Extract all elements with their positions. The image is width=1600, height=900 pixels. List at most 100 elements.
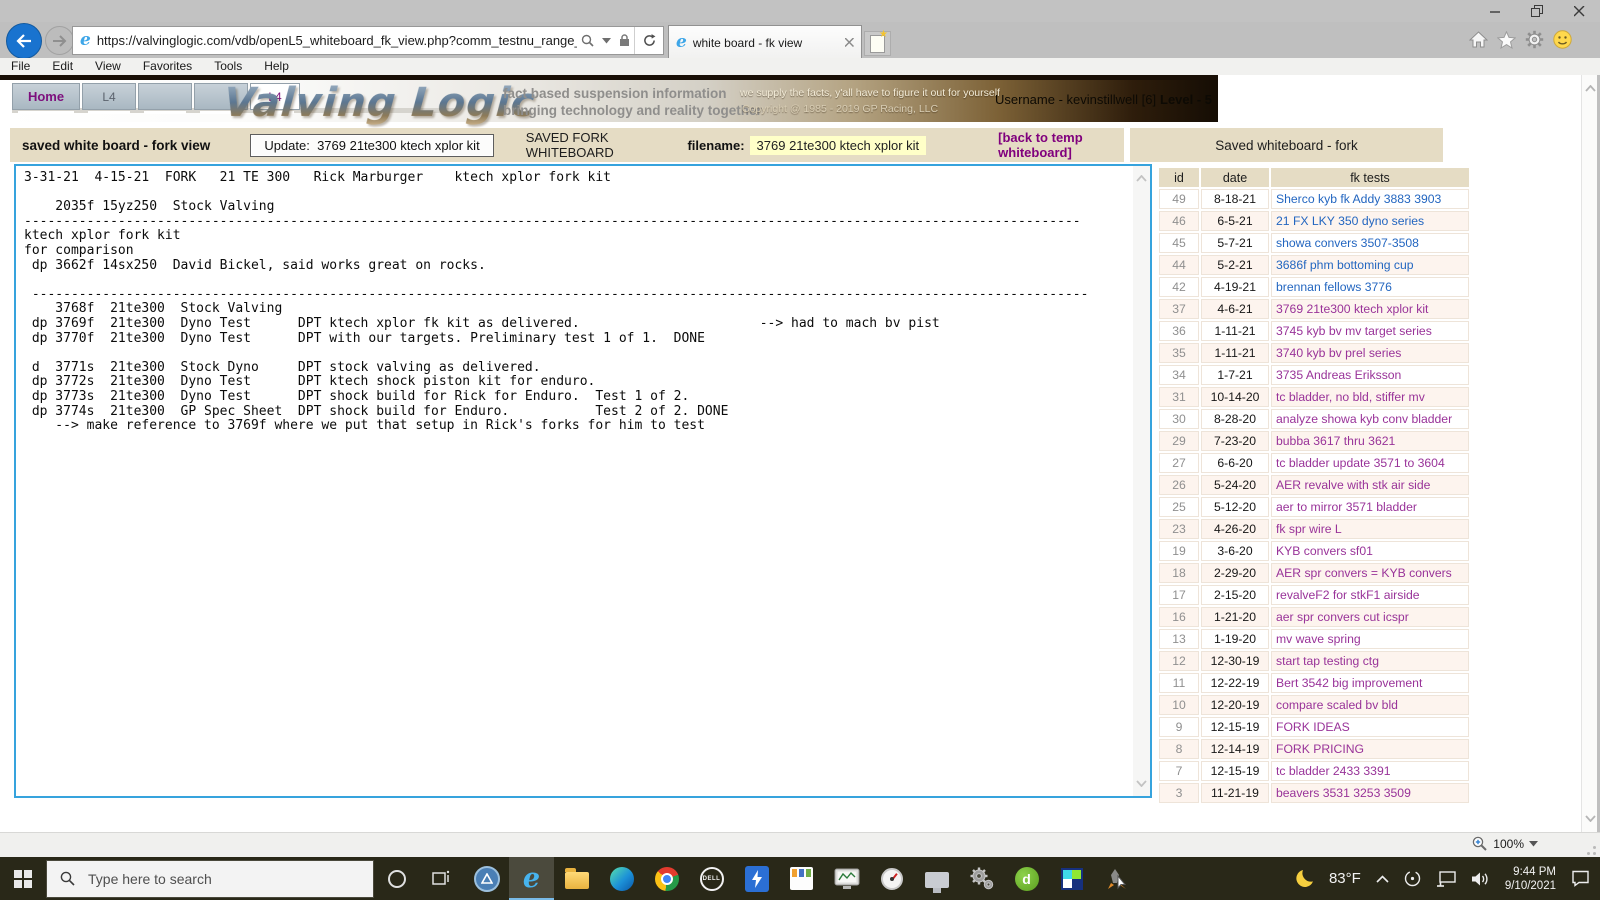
file-explorer-icon[interactable]: [554, 857, 599, 900]
test-link[interactable]: compare scaled bv bld: [1276, 698, 1398, 712]
address-bar[interactable]: e https://valvinglogic.com/vdb/openL5_wh…: [72, 26, 664, 55]
page-scroll-down-icon[interactable]: [1585, 815, 1596, 822]
launcher-icon[interactable]: [1094, 857, 1139, 900]
scroll-up-icon[interactable]: [1136, 175, 1147, 182]
test-link[interactable]: 3740 kyb bv prel series: [1276, 346, 1401, 360]
test-link[interactable]: showa convers 3507-3508: [1276, 236, 1419, 250]
new-tab-button[interactable]: [864, 29, 891, 56]
remote-monitor-icon[interactable]: [914, 857, 959, 900]
taskbar-clock[interactable]: 9:44 PM 9/10/2021: [1505, 865, 1556, 893]
test-link[interactable]: Sherco kyb fk Addy 3883 3903: [1276, 192, 1441, 206]
test-link[interactable]: 3686f phm bottoming cup: [1276, 258, 1414, 272]
chrome-icon[interactable]: [644, 857, 689, 900]
scroll-down-icon[interactable]: [1136, 780, 1147, 787]
test-link[interactable]: aer spr convers cut icspr: [1276, 610, 1409, 624]
zoom-control[interactable]: 100%: [1472, 836, 1538, 851]
minimize-button[interactable]: [1474, 0, 1516, 22]
start-button[interactable]: [0, 857, 46, 900]
test-link[interactable]: AER revalve with stk air side: [1276, 478, 1430, 492]
refresh-button[interactable]: [634, 27, 663, 54]
page-scroll-up-icon[interactable]: [1585, 85, 1596, 92]
volume-icon[interactable]: [1471, 871, 1490, 887]
edge-icon[interactable]: [599, 857, 644, 900]
menu-help[interactable]: Help: [253, 58, 300, 75]
whiteboard-textarea[interactable]: 3-31-21 4-15-21 FORK 21 TE 300 Rick Marb…: [14, 164, 1152, 798]
update-button[interactable]: Update: 3769 21te300 ktech xplor kit: [250, 133, 494, 157]
test-link[interactable]: revalveF2 for stkF1 airside: [1276, 588, 1420, 602]
menu-view[interactable]: View: [84, 58, 132, 75]
test-link[interactable]: 3735 Andreas Eriksson: [1276, 368, 1401, 382]
test-link[interactable]: aer to mirror 3571 bladder: [1276, 500, 1417, 514]
favorites-star-icon[interactable]: [1497, 30, 1516, 49]
table-row: 49 8-18-21 Sherco kyb fk Addy 3883 3903: [1159, 189, 1469, 209]
gauge-icon[interactable]: [869, 857, 914, 900]
flash-tool-icon[interactable]: [734, 857, 779, 900]
back-button[interactable]: [6, 23, 42, 59]
test-link[interactable]: tc bladder 2433 3391: [1276, 764, 1391, 778]
dell-icon[interactable]: DELL: [689, 857, 734, 900]
menu-favorites[interactable]: Favorites: [132, 58, 203, 75]
test-link[interactable]: AER spr convers = KYB convers: [1276, 566, 1452, 580]
test-link[interactable]: FORK IDEAS: [1276, 720, 1350, 734]
back-to-temp-link[interactable]: [back to temp whiteboard]: [998, 130, 1124, 160]
office-doc-icon[interactable]: [779, 857, 824, 900]
cortana-icon[interactable]: [374, 857, 419, 900]
browser-tab[interactable]: e white board - fk view: [668, 25, 862, 59]
settings-gears-icon[interactable]: [959, 857, 1004, 900]
menu-edit[interactable]: Edit: [41, 58, 84, 75]
pixel-tool-icon[interactable]: [1049, 857, 1094, 900]
home-icon[interactable]: [1469, 31, 1488, 48]
task-view-icon[interactable]: [419, 857, 464, 900]
test-link[interactable]: Bert 3542 big improvement: [1276, 676, 1422, 690]
page-scrollbar[interactable]: [1581, 75, 1597, 832]
table-row: 18 2-29-20 AER spr convers = KYB convers: [1159, 563, 1469, 583]
test-link[interactable]: tc bladder update 3571 to 3604: [1276, 456, 1445, 470]
url-text[interactable]: https://valvinglogic.com/vdb/openL5_whit…: [97, 33, 577, 48]
menu-tools[interactable]: Tools: [203, 58, 253, 75]
feedback-smiley-icon[interactable]: [1553, 30, 1572, 49]
test-link[interactable]: tc bladder, no bld, stiffer mv: [1276, 390, 1425, 404]
test-link[interactable]: FORK PRICING: [1276, 742, 1364, 756]
nav-home-button[interactable]: Home: [12, 83, 80, 114]
test-link[interactable]: 3769 21te300 ktech xplor kit: [1276, 302, 1428, 316]
test-link[interactable]: KYB convers sf01: [1276, 544, 1373, 558]
test-date: 12-15-19: [1201, 761, 1269, 781]
search-input[interactable]: [86, 869, 340, 888]
url-dropdown-icon[interactable]: [602, 37, 611, 44]
test-link[interactable]: mv wave spring: [1276, 632, 1361, 646]
menu-file[interactable]: File: [0, 58, 41, 75]
zoom-dropdown-icon[interactable]: [1529, 840, 1538, 847]
test-link[interactable]: fk spr wire L: [1276, 522, 1342, 536]
dyno-d-icon[interactable]: d: [1004, 857, 1049, 900]
restore-button[interactable]: [1516, 0, 1558, 22]
test-link[interactable]: brennan fellows 3776: [1276, 280, 1392, 294]
test-link[interactable]: start tap testing ctg: [1276, 654, 1379, 668]
network-icon[interactable]: [1436, 870, 1456, 887]
test-link[interactable]: 3745 kyb bv mv target series: [1276, 324, 1432, 338]
resize-grip[interactable]: [1582, 841, 1596, 855]
window-titlebar[interactable]: [0, 0, 1600, 22]
tray-expand-icon[interactable]: [1376, 874, 1389, 883]
test-link[interactable]: analyze showa kyb conv bladder: [1276, 412, 1452, 426]
textarea-scrollbar[interactable]: [1133, 166, 1150, 796]
whiteboard-text[interactable]: 3-31-21 4-15-21 FORK 21 TE 300 Rick Marb…: [24, 171, 1128, 792]
tab-close-icon[interactable]: [845, 38, 854, 47]
action-center-icon[interactable]: [1571, 870, 1590, 887]
taskbar-search[interactable]: [46, 859, 374, 898]
internet-explorer-icon[interactable]: e: [509, 857, 554, 900]
valving-app-icon[interactable]: [464, 857, 509, 900]
level-label: Level - 5: [1160, 92, 1213, 107]
close-button[interactable]: [1558, 0, 1600, 22]
temperature-label[interactable]: 83°F: [1329, 870, 1361, 887]
test-link[interactable]: beavers 3531 3253 3509: [1276, 786, 1411, 800]
tray-status-circle-icon[interactable]: [1404, 870, 1421, 887]
search-icon[interactable]: [581, 34, 594, 47]
dyno-graph-icon[interactable]: [824, 857, 869, 900]
forward-button[interactable]: [45, 26, 74, 55]
settings-gear-icon[interactable]: [1525, 30, 1544, 49]
nav-l4-button-1[interactable]: L4: [82, 83, 136, 114]
nav-blank-button-1[interactable]: [138, 83, 192, 114]
test-link[interactable]: 21 FX LKY 350 dyno series: [1276, 214, 1424, 228]
test-link[interactable]: bubba 3617 thru 3621: [1276, 434, 1395, 448]
weather-moon-icon[interactable]: [1294, 869, 1314, 889]
